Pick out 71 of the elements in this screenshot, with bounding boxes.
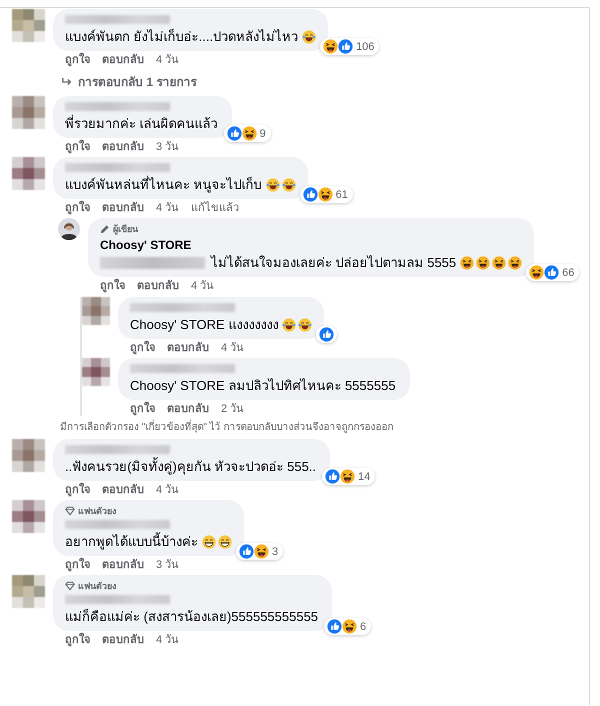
action-link[interactable]: ถูกใจ: [65, 633, 90, 647]
comment-text: Choosy' STORE แงงงงงงง: [130, 316, 278, 334]
action-link[interactable]: ถูกใจ: [65, 201, 90, 215]
author-name[interactable]: Choosy' STORE: [100, 238, 522, 253]
pixelated-avatar[interactable]: [82, 297, 110, 325]
comment-text: ..ฟังคนรวย(มิจทั้งคู่)คุยกัน หัวจะปวดอ่ะ 555..: [65, 457, 316, 476]
pixelated-avatar[interactable]: [12, 575, 45, 608]
action-link[interactable]: ตอบกลับ: [137, 279, 179, 293]
badge-label: แฟนตัวยง: [78, 580, 116, 593]
pixelated-avatar[interactable]: [12, 9, 45, 42]
timestamp: 4 วัน: [221, 341, 244, 355]
action-link[interactable]: ถูกใจ: [130, 402, 155, 416]
pixelated-avatar[interactable]: [12, 157, 45, 190]
diamond-icon: [65, 506, 75, 516]
reaction-count: 61: [336, 188, 348, 200]
comment-text: พี่รวยมากค่ะ เล่นผิดคนแล้ว: [65, 114, 218, 133]
action-link[interactable]: ตอบกลับ: [167, 402, 209, 416]
reaction-count: 9: [260, 128, 266, 140]
action-link[interactable]: ถูกใจ: [100, 279, 125, 293]
reaction-count: 6: [360, 620, 366, 632]
reaction-summary[interactable]: 14: [322, 468, 376, 485]
badge-label: แฟนตัวยง: [78, 505, 116, 518]
action-link[interactable]: ตอบกลับ: [102, 558, 144, 572]
timestamp: 3 วัน: [156, 558, 180, 572]
pixelated-avatar[interactable]: [82, 358, 110, 386]
view-replies-link[interactable]: การตอบกลับ 1 รายการ: [53, 67, 196, 93]
reaction-summary[interactable]: 61: [300, 186, 353, 203]
action-link[interactable]: ถูกใจ: [65, 140, 90, 154]
diamond-icon: [65, 581, 75, 591]
badge-label: ผู้เขียน: [113, 223, 138, 236]
reply-arrow-icon: [61, 76, 73, 86]
action-link[interactable]: ตอบกลับ: [102, 140, 144, 154]
reaction-count: 14: [358, 470, 370, 482]
reaction-summary[interactable]: 106: [320, 38, 380, 55]
action-link[interactable]: ตอบกลับ: [102, 201, 144, 215]
reaction-summary[interactable]: 66: [526, 264, 580, 281]
reaction-count: 3: [272, 546, 278, 558]
action-link[interactable]: ถูกใจ: [65, 483, 90, 497]
action-link[interactable]: ตอบกลับ: [102, 53, 144, 67]
action-link[interactable]: ตอบกลับ: [102, 633, 144, 647]
reaction-summary[interactable]: 9: [224, 125, 271, 142]
action-link[interactable]: ถูกใจ: [65, 558, 90, 572]
timestamp: 4 วัน: [156, 53, 180, 67]
pencil-icon: [100, 224, 110, 234]
reaction-summary[interactable]: 6: [324, 618, 372, 635]
pixelated-avatar[interactable]: [12, 500, 45, 533]
comment-text: แม่ก็คือแม่ค่ะ (สงสารน้องเลย)555555555555: [65, 608, 318, 626]
timestamp: 4 วัน: [156, 483, 180, 497]
timestamp: 3 วัน: [156, 140, 180, 154]
action-link[interactable]: ตอบกลับ: [102, 483, 144, 497]
reaction-count: 106: [356, 40, 374, 52]
reaction-summary[interactable]: [316, 326, 338, 343]
action-link[interactable]: ถูกใจ: [130, 341, 155, 355]
timestamp: 4 วัน: [156, 633, 180, 647]
timestamp: 4 วัน: [191, 279, 214, 293]
filter-notice: มีการเลือกตัวกรอง "เกี่ยวข้องที่สุด" ไว้ การตอบกลับบางส่วนจึงอาจถูกกรองออก: [12, 419, 589, 439]
avatar[interactable]: [58, 218, 80, 240]
timestamp: แก้ไขแล้ว: [191, 201, 240, 215]
action-link[interactable]: ตอบกลับ: [167, 341, 209, 355]
comment-text: แบงค์พันหล่นที่ไหนคะ หนูจะไปเก็บ: [65, 175, 262, 194]
comment-text: ไม่ได้สนใจมองเลยค่ะ ปล่อยไปตามลม 5555: [211, 254, 456, 272]
comment-text: อยากพูดได้แบบนี้บ้างค่ะ: [65, 532, 198, 551]
comment-text: แบงค์พันตก ยังไม่เก็บอ่ะ....ปวดหลังไม่ไหว: [65, 28, 298, 46]
comment-text: Choosy' STORE ลมปลิวไปทิศไหนคะ 5555555: [130, 377, 396, 395]
pixelated-avatar[interactable]: [12, 439, 45, 472]
reaction-count: 66: [562, 266, 574, 278]
timestamp: 2 วัน: [221, 402, 244, 416]
timestamp: 4 วัน: [156, 201, 180, 215]
action-link[interactable]: ถูกใจ: [65, 53, 90, 67]
reaction-summary[interactable]: 3: [236, 543, 284, 560]
pixelated-avatar[interactable]: [12, 96, 45, 129]
